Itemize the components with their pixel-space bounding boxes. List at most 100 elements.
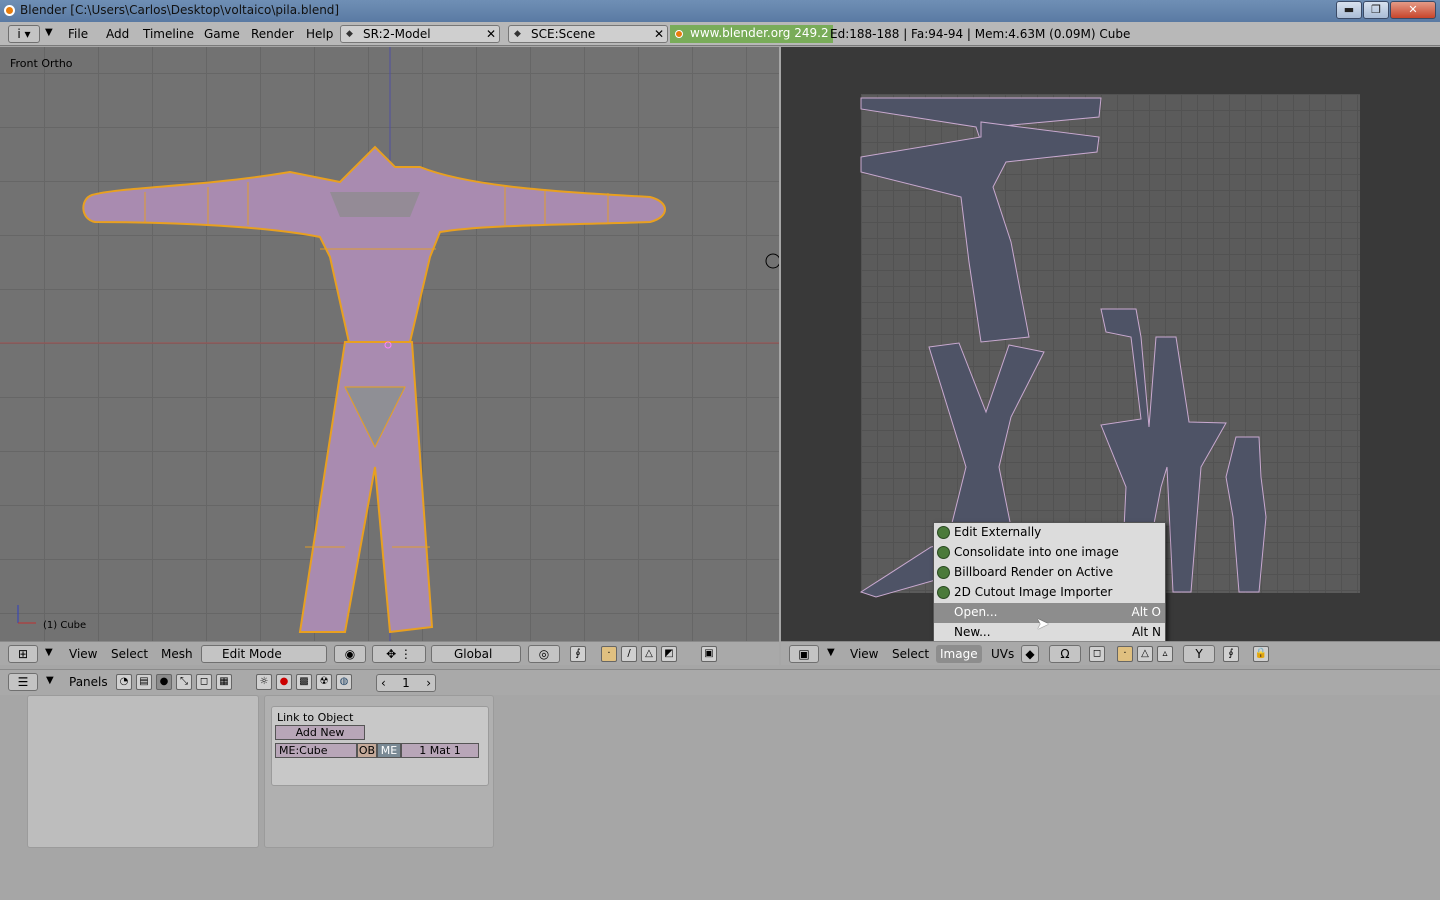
uv-local-view-icon[interactable]: ◻ xyxy=(1089,646,1105,662)
info-window-type-button[interactable]: i ▾ xyxy=(8,25,40,43)
menu-item-consolidate[interactable]: Consolidate into one image xyxy=(934,543,1165,563)
add-new-button[interactable]: Add New xyxy=(275,725,365,740)
collapse-arrow-icon[interactable]: ▼ xyxy=(45,647,53,658)
close-window-button[interactable]: ✕ xyxy=(1390,1,1436,19)
blender-logo-icon xyxy=(675,30,683,38)
script-icon xyxy=(937,546,950,559)
menu-select[interactable]: Select xyxy=(892,647,929,661)
snap-button[interactable]: Y xyxy=(1183,645,1215,663)
menu-item-new[interactable]: New... Alt N xyxy=(934,623,1165,643)
scene-name: SCE:Scene xyxy=(531,27,596,41)
updown-arrow-icon[interactable]: ◆ xyxy=(1021,645,1039,663)
updown-arrow-icon: ◆ xyxy=(346,29,353,39)
menu-game[interactable]: Game xyxy=(204,27,240,41)
buttons-window: Link to Object Add New ME:Cube OB ME 1 M… xyxy=(0,695,1440,900)
link-to-object-label: Link to Object xyxy=(277,711,354,724)
editor-type-button[interactable]: ⊞ xyxy=(8,645,38,663)
link-panel-inner: Link to Object Add New ME:Cube OB ME 1 M… xyxy=(271,706,489,786)
scroll-handle-icon xyxy=(765,253,779,269)
lock-icon[interactable]: 🔒 xyxy=(1253,646,1269,662)
texture-icon[interactable]: ▩ xyxy=(296,674,312,690)
shading-icon[interactable]: ● xyxy=(156,674,172,690)
collapse-arrow-icon[interactable]: ▼ xyxy=(45,27,53,38)
close-icon[interactable]: ✕ xyxy=(654,26,664,42)
scene-selector[interactable]: ◆ SCE:Scene ✕ xyxy=(508,25,668,43)
proportional-icon[interactable]: ∮ xyxy=(1223,646,1239,662)
3d-viewport[interactable]: Front Ortho (1) Cube xyxy=(0,47,779,641)
limit-selection-icon[interactable]: ◩ xyxy=(661,646,677,662)
scene-stats: Ed:188-188 | Fa:94-94 | Mem:4.63M (0.09M… xyxy=(830,27,1131,41)
frame-number: 1 xyxy=(402,676,410,690)
script-icon xyxy=(937,526,950,539)
menu-mesh[interactable]: Mesh xyxy=(161,647,193,661)
mesh-canvas[interactable] xyxy=(0,47,779,641)
maximize-button[interactable]: ❐ xyxy=(1363,1,1389,19)
link-and-materials-panel: Link to Object Add New ME:Cube OB ME 1 M… xyxy=(264,695,494,848)
shortcut-label: Alt N xyxy=(1131,625,1161,639)
logic-icon[interactable]: ◔ xyxy=(116,674,132,690)
window-title-bar: Blender [C:\Users\Carlos\Desktop\voltaic… xyxy=(0,0,1440,22)
script-icon xyxy=(937,566,950,579)
scene-icon[interactable]: ▦ xyxy=(216,674,232,690)
menu-file[interactable]: File xyxy=(68,27,88,41)
close-icon[interactable]: ✕ xyxy=(486,26,496,42)
menu-add[interactable]: Add xyxy=(106,27,129,41)
minimize-button[interactable]: ▬ xyxy=(1336,1,1362,19)
edge-select-icon[interactable]: / xyxy=(621,646,637,662)
collapse-arrow-icon[interactable]: ▼ xyxy=(827,647,835,658)
draw-type-button[interactable]: ◉ xyxy=(334,645,366,663)
blender-url[interactable]: www.blender.org 249.2 xyxy=(670,25,833,43)
world-icon[interactable]: ◍ xyxy=(336,674,352,690)
face-select-icon[interactable]: △ xyxy=(1137,646,1153,662)
menu-item-billboard-render[interactable]: Billboard Render on Active xyxy=(934,563,1165,583)
me-toggle[interactable]: ME xyxy=(377,743,401,758)
editor-type-button[interactable]: ☰ xyxy=(8,673,38,691)
menu-render[interactable]: Render xyxy=(251,27,294,41)
menu-view[interactable]: View xyxy=(850,647,878,661)
material-icon[interactable]: ● xyxy=(276,674,292,690)
3d-view-header: ⊞ ▼ View Select Mesh Edit Mode ◉ ✥ ⋮ Glo… xyxy=(0,641,779,665)
script-icon[interactable]: ▤ xyxy=(136,674,152,690)
material-index-field[interactable]: 1 Mat 1 xyxy=(401,743,479,758)
face-select-icon[interactable]: △ xyxy=(641,646,657,662)
mesh-name-field[interactable]: ME:Cube xyxy=(275,743,357,758)
menu-help[interactable]: Help xyxy=(306,27,333,41)
vertex-select-icon[interactable]: · xyxy=(1117,646,1133,662)
menu-item-open[interactable]: Open... Alt O xyxy=(934,603,1165,623)
menu-image[interactable]: Image xyxy=(936,645,982,663)
menu-item-2d-cutout-importer[interactable]: 2D Cutout Image Importer xyxy=(934,583,1165,603)
radio-icon[interactable]: ☢ xyxy=(316,674,332,690)
sync-button[interactable]: Ω xyxy=(1049,645,1081,663)
info-header: i ▾ ▼ File Add Timeline Game Render Help… xyxy=(0,22,1440,46)
frame-field[interactable]: ‹ 1 › xyxy=(376,674,436,692)
editing-icon[interactable]: ◻ xyxy=(196,674,212,690)
mouse-cursor-icon: ➤ xyxy=(1036,614,1050,633)
render-preview-icon[interactable]: ▣ xyxy=(701,646,717,662)
lamp-icon[interactable]: ☼ xyxy=(256,674,272,690)
window-title: Blender [C:\Users\Carlos\Desktop\voltaic… xyxy=(20,3,340,17)
preview-panel xyxy=(27,695,259,848)
occlude-icon[interactable]: ∮ xyxy=(570,646,586,662)
character-mesh[interactable] xyxy=(82,145,666,634)
menu-uvs[interactable]: UVs xyxy=(991,647,1014,661)
object-icon[interactable]: ⤡ xyxy=(176,674,192,690)
screen-name: SR:2-Model xyxy=(363,27,431,41)
menu-view[interactable]: View xyxy=(69,647,97,661)
editor-type-button[interactable]: ▣ xyxy=(789,645,819,663)
menu-item-edit-externally[interactable]: Edit Externally xyxy=(934,523,1165,543)
orientation-selector[interactable]: Global xyxy=(431,645,521,663)
proportional-edit-button[interactable]: ◎ xyxy=(528,645,560,663)
script-icon xyxy=(937,586,950,599)
island-select-icon[interactable]: ▵ xyxy=(1157,646,1173,662)
menu-select[interactable]: Select xyxy=(111,647,148,661)
menu-timeline[interactable]: Timeline xyxy=(143,27,194,41)
panels-menu[interactable]: Panels xyxy=(69,675,108,689)
pivot-button[interactable]: ✥ ⋮ xyxy=(372,645,426,663)
vertex-select-icon[interactable]: · xyxy=(601,646,617,662)
collapse-arrow-icon[interactable]: ▼ xyxy=(46,675,54,686)
mode-selector[interactable]: Edit Mode xyxy=(201,645,327,663)
buttons-window-header: ☰ ▼ Panels ◔ ▤ ● ⤡ ◻ ▦ ☼ ● ▩ ☢ ◍ ‹ 1 › xyxy=(0,669,1440,695)
shortcut-label: Alt O xyxy=(1131,605,1161,619)
screen-selector[interactable]: ◆ SR:2-Model ✕ xyxy=(340,25,500,43)
ob-toggle[interactable]: OB xyxy=(357,743,377,758)
